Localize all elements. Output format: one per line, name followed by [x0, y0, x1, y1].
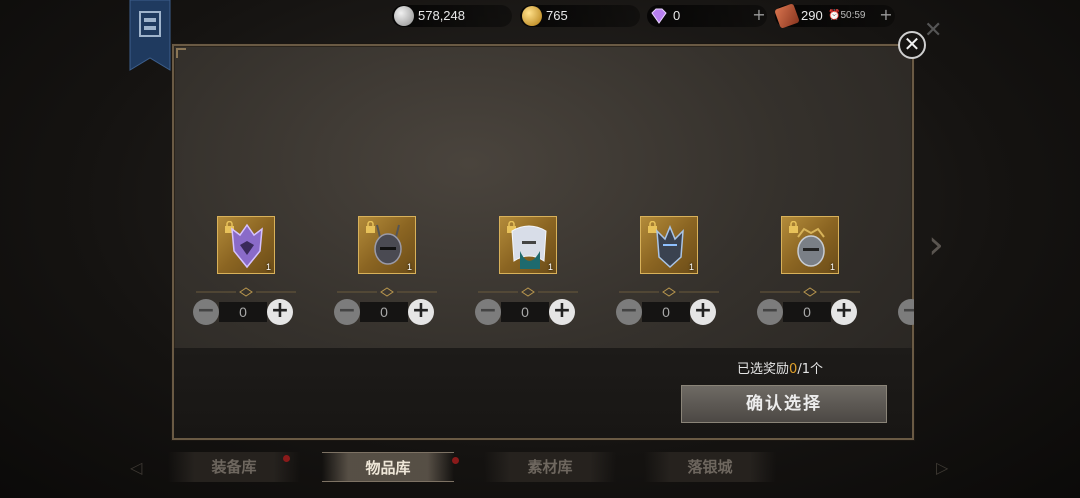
item-quantity: 1	[547, 262, 553, 272]
selected-count: 0	[501, 302, 549, 322]
reward-item-slot[interactable]: 1	[781, 216, 839, 274]
divider-ornament	[478, 287, 578, 297]
increase-button[interactable]: +	[267, 299, 293, 325]
gold-value: 765	[546, 8, 568, 23]
quantity-stepper-offscreen: −	[898, 299, 914, 325]
selected-count: 0	[219, 302, 267, 322]
quantity-stepper: − 0 +	[616, 299, 716, 325]
reward-item-slot[interactable]: 1	[358, 216, 416, 274]
decrease-button[interactable]: −	[475, 299, 501, 325]
tab-bar-ornament-icon: ▷	[936, 458, 949, 477]
silver-coin-icon	[394, 6, 414, 26]
divider-ornament	[760, 287, 860, 297]
diamond-counter: 0	[647, 5, 767, 27]
increase-button[interactable]: +	[408, 299, 434, 325]
ticket-value: 290	[801, 8, 823, 23]
diamond-icon	[649, 6, 669, 26]
close-button[interactable]: ✕	[898, 31, 926, 59]
item-quantity: 1	[829, 262, 835, 272]
quantity-stepper: − 0 +	[757, 299, 857, 325]
notification-dot	[283, 455, 290, 462]
resource-bar: 578,248 765 0 + 290 ⏰50:59 +	[0, 0, 1080, 34]
selected-count: 0	[783, 302, 831, 322]
item-quantity: 1	[688, 262, 694, 272]
close-icon: ✕	[924, 18, 943, 43]
divider-ornament	[619, 287, 719, 297]
item-quantity: 1	[265, 262, 271, 272]
frame-corner-decoration	[176, 48, 186, 58]
crowned-knight-helmet-icon	[797, 227, 825, 267]
reward-item-slot[interactable]: 1	[640, 216, 698, 274]
tab-items[interactable]: 物品库	[322, 452, 454, 482]
quantity-stepper: − 0 +	[475, 299, 575, 325]
gold-coin-icon	[522, 6, 542, 26]
next-page-arrow-icon[interactable]: ›	[928, 222, 944, 268]
quantity-stepper: − 0 +	[334, 299, 434, 325]
silver-counter: 578,248	[392, 5, 512, 27]
selected-count: 0	[642, 302, 690, 322]
decrease-button[interactable]: −	[193, 299, 219, 325]
tab-materials[interactable]: 素材库	[484, 452, 616, 482]
increase-button[interactable]: +	[549, 299, 575, 325]
horned-dark-helmet-icon	[374, 224, 402, 265]
spiked-blue-helmet-icon	[656, 225, 684, 269]
ticket-icon	[774, 3, 800, 29]
crystal-helmet-icon	[231, 223, 263, 269]
reward-item-slot[interactable]: 1	[217, 216, 275, 274]
silver-value: 578,248	[418, 8, 465, 23]
selected-count: 0	[360, 302, 408, 322]
diamond-value: 0	[673, 8, 681, 23]
selection-summary: 已选奖励0/1个	[737, 362, 823, 377]
item-quantity: 1	[406, 262, 412, 272]
gold-counter: 765	[520, 5, 640, 27]
add-ticket-button[interactable]: +	[878, 7, 894, 23]
tab-equipment[interactable]: 装备库	[168, 452, 300, 482]
reward-item-slot[interactable]: 1	[499, 216, 557, 274]
increase-button[interactable]: +	[690, 299, 716, 325]
white-hair-helmet-icon	[511, 225, 547, 269]
add-diamond-button[interactable]: +	[751, 7, 767, 23]
confirm-selection-button[interactable]: 确认选择	[681, 385, 887, 423]
ticket-refresh-timer: ⏰50:59	[828, 10, 866, 21]
divider-ornament	[196, 287, 296, 297]
decrease-button[interactable]: −	[898, 299, 914, 325]
divider-ornament	[337, 287, 437, 297]
decrease-button[interactable]: −	[757, 299, 783, 325]
decrease-button[interactable]: −	[334, 299, 360, 325]
increase-button[interactable]: +	[831, 299, 857, 325]
notification-dot	[452, 457, 459, 464]
tab-bar-ornament-icon: ◁	[130, 458, 143, 477]
tab-luoyin-city[interactable]: 落银城	[644, 452, 776, 482]
quantity-stepper: − 0 +	[193, 299, 293, 325]
decrease-button[interactable]: −	[616, 299, 642, 325]
